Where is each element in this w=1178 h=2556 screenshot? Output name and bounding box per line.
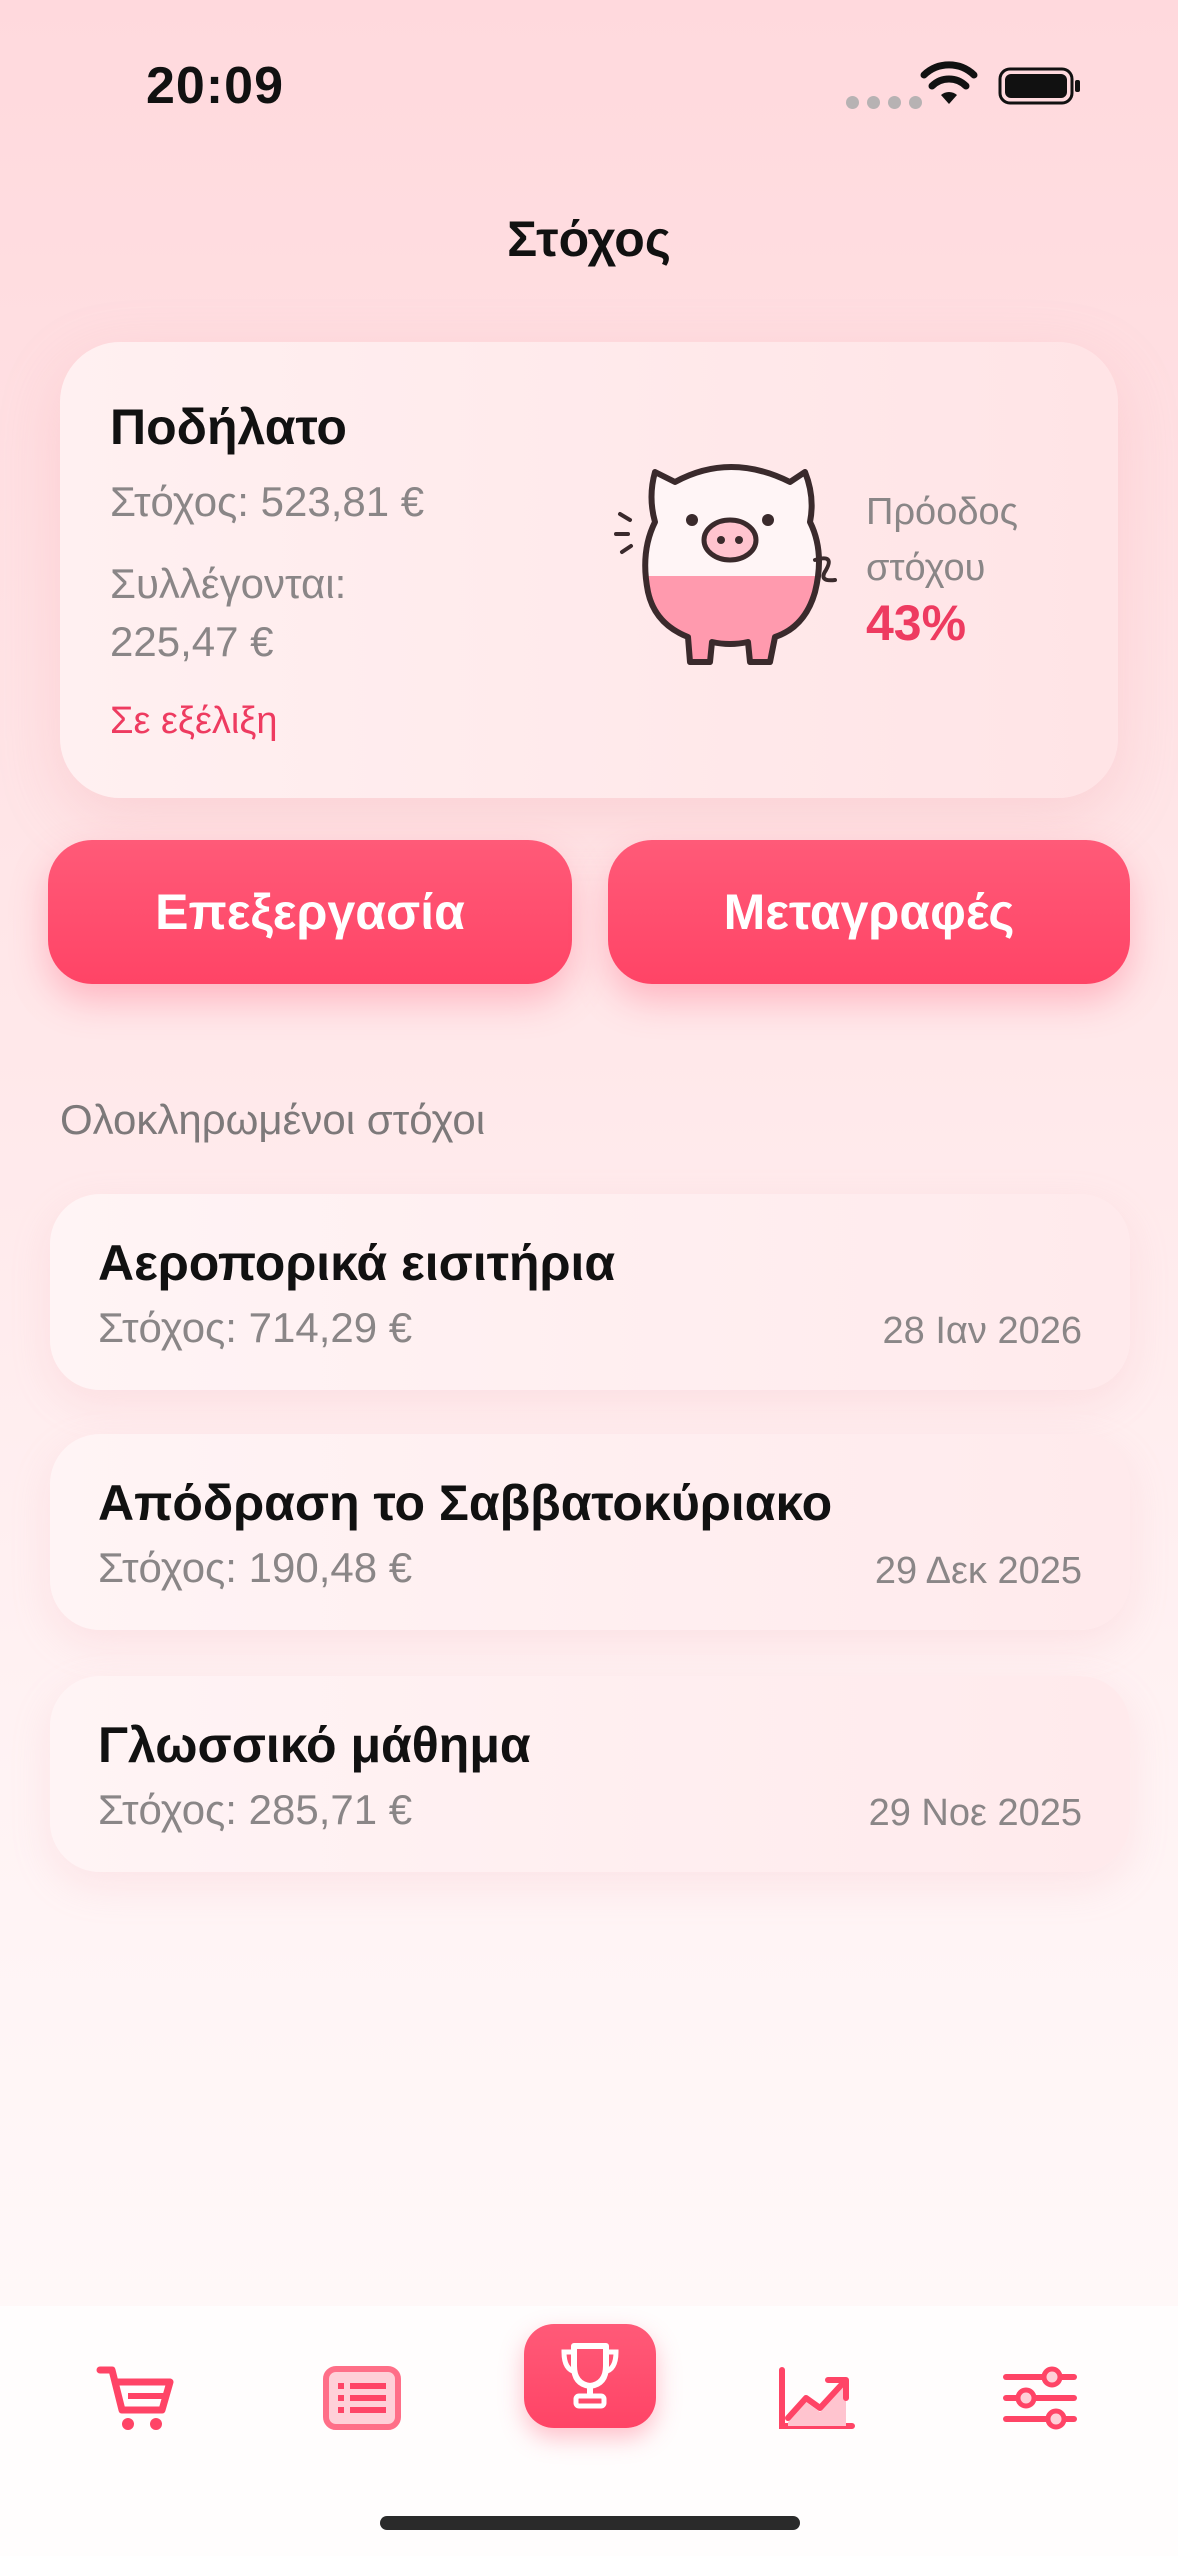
page-title: Στόχος xyxy=(507,211,671,267)
completed-goal-item[interactable]: Αεροπορικά εισιτήρια Στόχος: 714,29 € 28… xyxy=(50,1194,1130,1390)
goal-collected-value: 225,47 € xyxy=(110,618,274,665)
tab-cart[interactable] xyxy=(86,2348,186,2448)
home-indicator xyxy=(380,2516,800,2530)
piggy-bank-icon xyxy=(614,464,837,665)
trophy-icon xyxy=(561,2343,619,2409)
tab-stats[interactable] xyxy=(766,2348,866,2448)
chart-icon xyxy=(779,2367,855,2429)
completed-goal-date: 28 Ιαν 2026 xyxy=(882,1310,1082,1352)
completed-goal-item[interactable]: Απόδραση το Σαββατοκύριακο Στόχος: 190,4… xyxy=(50,1434,1130,1630)
current-goal-card[interactable]: Ποδήλατο Στόχος: 523,81 € Συλλέγονται: 2… xyxy=(60,342,1118,798)
progress-label: Πρόοδος στόχου xyxy=(866,491,1018,589)
transfers-button[interactable]: Μεταγραφές xyxy=(608,840,1130,984)
status-bar: 20:09 xyxy=(0,0,1178,170)
completed-goal-target: Στόχος: 190,48 € xyxy=(98,1544,413,1591)
status-time: 20:09 xyxy=(146,57,284,115)
completed-goal-date: 29 Δεκ 2025 xyxy=(874,1550,1082,1592)
completed-goal-target: Στόχος: 714,29 € xyxy=(98,1304,413,1351)
completed-goal-name: Απόδραση το Σαββατοκύριακο xyxy=(98,1475,833,1531)
wifi-icon xyxy=(920,61,978,104)
completed-goal-name: Γλωσσικό μάθημα xyxy=(98,1717,531,1773)
tab-settings[interactable] xyxy=(990,2348,1090,2448)
cellular-signal-icon xyxy=(846,96,922,109)
completed-goal-date: 29 Νοε 2025 xyxy=(868,1792,1082,1834)
battery-icon xyxy=(998,67,1080,105)
piggy-fill-level xyxy=(645,576,819,662)
goal-target: Στόχος: 523,81 € xyxy=(110,478,425,525)
completed-goal-name: Αεροπορικά εισιτήρια xyxy=(98,1235,616,1291)
goal-status-badge: Σε εξέλιξη xyxy=(110,700,278,742)
list-icon xyxy=(323,2366,401,2430)
sliders-icon xyxy=(1003,2366,1077,2430)
completed-goal-target: Στόχος: 285,71 € xyxy=(98,1786,413,1833)
edit-button[interactable]: Επεξεργασία xyxy=(48,840,572,984)
tab-list[interactable] xyxy=(312,2348,412,2448)
progress-value: 43% xyxy=(866,595,967,651)
cart-icon xyxy=(96,2366,174,2430)
completed-goal-item[interactable]: Γλωσσικό μάθημα Στόχος: 285,71 € 29 Νοε … xyxy=(50,1676,1130,1872)
goal-collected-label: Συλλέγονται: xyxy=(110,560,347,607)
tab-goals[interactable] xyxy=(524,2324,656,2428)
completed-goals-title: Ολοκληρωμένοι στόχοι xyxy=(60,1096,486,1143)
goal-name: Ποδήλατο xyxy=(110,399,347,455)
